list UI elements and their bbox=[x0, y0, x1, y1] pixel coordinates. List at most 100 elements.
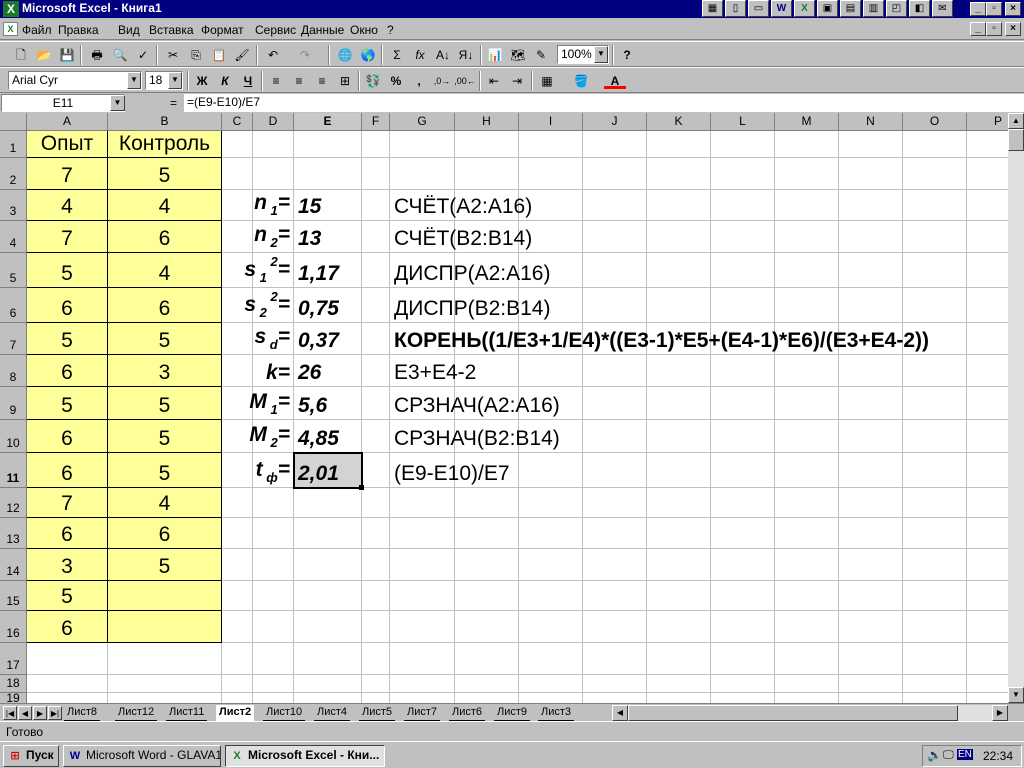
formula-text-g11[interactable]: (E9-E10)/E7 bbox=[394, 463, 510, 484]
cell-b[interactable]: 4 bbox=[108, 190, 222, 221]
scroll-up-icon[interactable]: ▲ bbox=[1008, 113, 1024, 129]
horizontal-scrollbar[interactable]: ◀ ▶ bbox=[612, 705, 1008, 721]
row-header[interactable]: 6 bbox=[0, 288, 27, 323]
cut-icon[interactable]: ✂ bbox=[162, 45, 184, 65]
sheet-tab[interactable]: Лист3 bbox=[538, 705, 575, 721]
sort-ascending-icon[interactable]: A↓ bbox=[432, 45, 454, 65]
value-e4[interactable]: 13 bbox=[298, 228, 321, 249]
row-header[interactable]: 3 bbox=[0, 190, 27, 221]
excel-app-icon[interactable]: X bbox=[3, 1, 19, 17]
column-header[interactable]: M bbox=[775, 113, 839, 131]
formula-text-g7[interactable]: КОРЕНЬ((1/E3+1/E4)*((E3-1)*E5+(E4-1)*E6)… bbox=[394, 330, 929, 351]
cell-a[interactable]: 5 bbox=[27, 387, 108, 420]
sheet-tab[interactable]: Лист6 bbox=[449, 705, 486, 721]
cell-b[interactable]: 4 bbox=[108, 253, 222, 288]
chart-wizard-icon[interactable]: 📊 bbox=[484, 45, 506, 65]
formula-text-g4[interactable]: СЧЁТ(B2:B14) bbox=[394, 228, 532, 249]
save-icon[interactable]: 💾 bbox=[56, 45, 78, 65]
menu-tools[interactable]: Сервис bbox=[255, 23, 296, 37]
clock[interactable]: 22:34 bbox=[983, 749, 1013, 763]
undo-icon[interactable]: ↶ bbox=[262, 45, 284, 65]
column-header[interactable]: P bbox=[967, 113, 1010, 131]
select-all-corner[interactable] bbox=[0, 113, 27, 131]
menu-edit[interactable]: Правка bbox=[58, 23, 99, 37]
cell-a[interactable]: 7 bbox=[27, 158, 108, 190]
chevron-down-icon[interactable]: ▼ bbox=[110, 95, 125, 111]
column-header[interactable]: K bbox=[647, 113, 711, 131]
row-header[interactable]: 15 bbox=[0, 581, 27, 611]
bold-button[interactable]: Ж bbox=[191, 71, 213, 91]
cell-a[interactable]: 6 bbox=[27, 355, 108, 387]
font-color-icon[interactable]: A bbox=[604, 71, 626, 89]
underline-button[interactable]: Ч bbox=[237, 71, 259, 91]
sheet-tab[interactable]: Лист12 bbox=[115, 705, 158, 721]
new-doc-shortcut-icon[interactable]: ▯ bbox=[725, 0, 746, 17]
cell-b[interactable]: 5 bbox=[108, 549, 222, 581]
comma-style-icon[interactable]: , bbox=[408, 71, 430, 91]
row-header[interactable]: 19 bbox=[0, 691, 27, 703]
vertical-scroll-thumb[interactable] bbox=[1008, 129, 1024, 151]
maximize-button[interactable]: ▫ bbox=[986, 2, 1002, 16]
cell-b[interactable]: 6 bbox=[108, 288, 222, 323]
paste-icon[interactable]: 📋 bbox=[208, 45, 230, 65]
speaker-icon[interactable]: 🔈 bbox=[927, 748, 942, 762]
menu-view[interactable]: Вид bbox=[118, 23, 140, 37]
row-header[interactable]: 8 bbox=[0, 355, 27, 387]
value-e11[interactable]: 2,01 bbox=[298, 463, 339, 484]
copy-icon[interactable]: ⎘ bbox=[185, 45, 207, 65]
last-sheet-icon[interactable]: ▶| bbox=[48, 706, 62, 720]
cell-b[interactable]: 3 bbox=[108, 355, 222, 387]
font-size-select[interactable]: 18 ▼ bbox=[145, 71, 183, 90]
scroll-down-icon[interactable]: ▼ bbox=[1008, 687, 1024, 703]
row-header[interactable]: 13 bbox=[0, 518, 27, 549]
cell-a[interactable]: 7 bbox=[27, 221, 108, 253]
cell-b[interactable] bbox=[108, 611, 222, 643]
align-right-icon[interactable]: ≡ bbox=[311, 71, 333, 91]
value-e6[interactable]: 0,75 bbox=[298, 298, 339, 319]
row-header[interactable]: 11 bbox=[0, 453, 27, 488]
scroll-right-icon[interactable]: ▶ bbox=[992, 705, 1008, 721]
doc-close-button[interactable]: × bbox=[1005, 22, 1021, 36]
value-e10[interactable]: 4,85 bbox=[298, 428, 339, 449]
cell-b[interactable]: 4 bbox=[108, 488, 222, 518]
close-button[interactable]: × bbox=[1005, 2, 1021, 16]
sheet-tab[interactable]: Лист2 bbox=[216, 705, 255, 721]
cell-b[interactable]: Контроль bbox=[108, 131, 222, 158]
minimize-button[interactable]: _ bbox=[970, 2, 986, 16]
help-icon[interactable]: ? bbox=[616, 45, 638, 65]
value-e3[interactable]: 15 bbox=[298, 196, 321, 217]
autosum-icon[interactable]: Σ bbox=[386, 45, 408, 65]
column-header[interactable]: F bbox=[362, 113, 390, 131]
map-icon[interactable]: 🗺 bbox=[507, 45, 529, 65]
print-icon[interactable]: 🖶 bbox=[86, 45, 108, 65]
taskbar-item-word[interactable]: W Microsoft Word - GLAVA1_4 bbox=[63, 745, 221, 767]
workbook-icon[interactable]: X bbox=[3, 22, 18, 36]
menu-window[interactable]: Окно bbox=[350, 23, 378, 37]
cell-a[interactable]: 4 bbox=[27, 190, 108, 221]
align-center-icon[interactable]: ≡ bbox=[288, 71, 310, 91]
chevron-down-icon[interactable]: ▼ bbox=[594, 46, 608, 63]
align-left-icon[interactable]: ≡ bbox=[265, 71, 287, 91]
currency-style-icon[interactable]: 💱 bbox=[362, 71, 384, 91]
column-header[interactable]: D bbox=[253, 113, 294, 131]
cell-b[interactable]: 6 bbox=[108, 221, 222, 253]
row-header[interactable]: 7 bbox=[0, 323, 27, 355]
cell-b[interactable]: 5 bbox=[108, 158, 222, 190]
chevron-down-icon[interactable]: ▼ bbox=[168, 72, 182, 89]
row-header[interactable]: 1 bbox=[0, 131, 27, 158]
row-header[interactable]: 14 bbox=[0, 549, 27, 581]
cell-a[interactable]: 5 bbox=[27, 253, 108, 288]
office-bar-icon[interactable]: ▦ bbox=[702, 0, 723, 17]
schedule-shortcut-icon[interactable]: ◰ bbox=[886, 0, 907, 17]
row-header[interactable]: 12 bbox=[0, 488, 27, 518]
sheet-tab[interactable]: Лист11 bbox=[166, 705, 208, 721]
row-header[interactable]: 2 bbox=[0, 158, 27, 190]
sheet-tab[interactable]: Лист4 bbox=[314, 705, 351, 721]
cell-a[interactable]: 6 bbox=[27, 288, 108, 323]
column-header[interactable]: B bbox=[108, 113, 222, 131]
value-e8[interactable]: 26 bbox=[298, 362, 321, 383]
sheet-tab[interactable]: Лист8 bbox=[64, 705, 101, 721]
taskbar-item-excel[interactable]: X Microsoft Excel - Кни... bbox=[225, 745, 385, 767]
binder-shortcut-icon[interactable]: ▥ bbox=[863, 0, 884, 17]
cell-a[interactable]: 3 bbox=[27, 549, 108, 581]
